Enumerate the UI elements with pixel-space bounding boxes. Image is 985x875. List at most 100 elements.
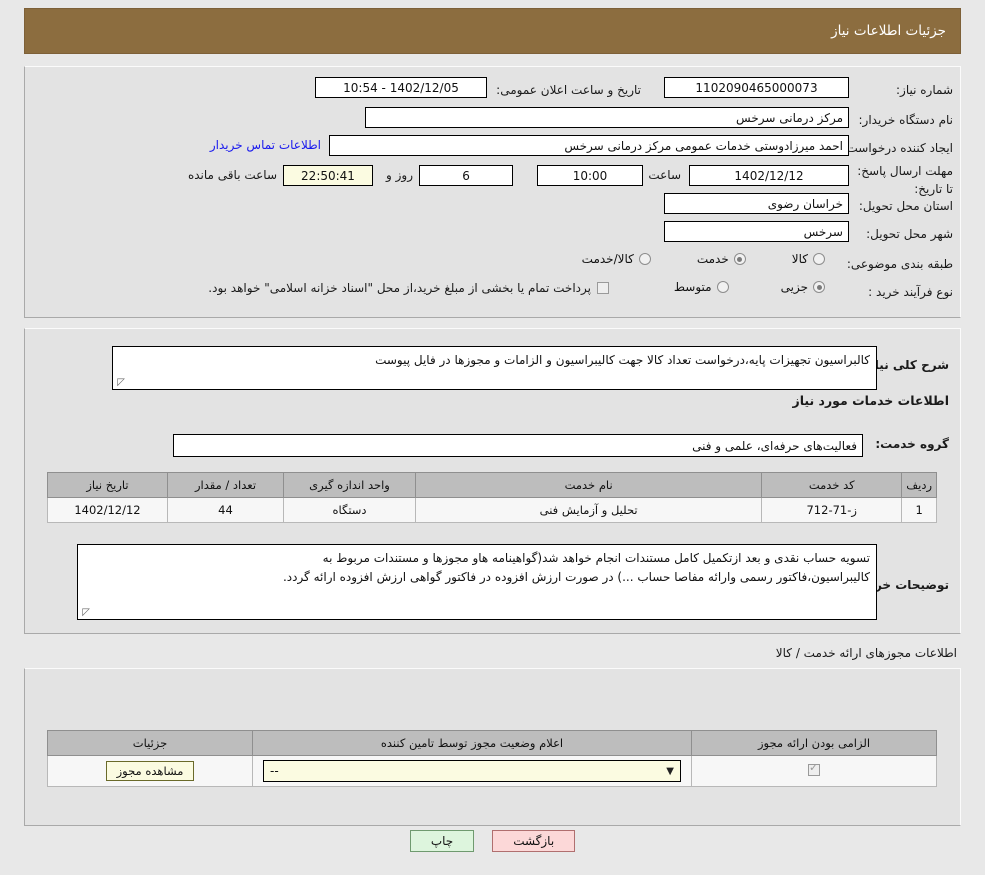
city-value: سرخس [664,221,849,242]
city-label: شهر محل تحویل: [866,227,953,241]
col-unit: واحد اندازه گیری [283,472,416,498]
category-label: طبقه بندی موضوعی: [846,257,953,271]
page-header-bar: جزئیات اطلاعات نیاز [24,8,961,54]
deadline-hour-value: 10:00 [537,165,643,186]
radio-indicator [638,253,651,265]
back-button[interactable]: بازگشت [492,830,576,852]
field-category: طبقه بندی موضوعی: [847,252,953,276]
permits-heading: اطلاعات مجوزهای ارائه خدمت / کالا [775,646,957,660]
summary-textarea[interactable]: کالبراسیون تجهیزات پایه،درخواست تعداد کا… [112,346,877,390]
field-requester: ایجاد کننده درخواست: [842,136,953,160]
permits-table-wrap: الزامی بودن ارائه مجوز اعلام وضعیت مجوز … [47,730,937,787]
countdown-timer: 22:50:41 [283,165,373,186]
field-announce: تاریخ و ساعت اعلان عمومی: [496,78,641,102]
remaining-days-value: 6 [419,165,513,186]
resize-grip-icon: ◸ [82,607,90,618]
purchase-option-label: متوسط [673,280,712,294]
col-permit-status: اعلام وضعیت مجوز توسط تامین کننده [252,730,692,756]
col-code: کد خدمت [761,472,903,498]
province-label: استان محل تحویل: [858,199,953,213]
buyer-notes-textarea[interactable]: تسویه حساب نقدی و بعد ازتکمیل کامل مستند… [77,544,877,620]
cell-radif: 1 [901,497,937,523]
buyer-contact-link[interactable]: اطلاعات تماس خریدار [210,138,321,152]
page-title: جزئیات اطلاعات نیاز [831,23,946,39]
view-permit-button[interactable]: مشاهده مجوز [105,761,195,781]
buyer-notes-line1: تسویه حساب نقدی و بعد ازتکمیل کامل مستند… [322,551,870,565]
need-info-fields: شماره نیاز: 1102090465000073 تاریخ و ساع… [24,66,961,316]
deadline-date-value: 1402/12/12 [689,165,849,186]
cell-permit-details: مشاهده مجوز [47,755,253,787]
field-need-number: شماره نیاز: [896,78,953,102]
category-option-label: کالا [791,252,808,266]
purchase-radio-jozei[interactable]: جزیی [781,280,825,294]
col-name: نام خدمت [414,472,763,498]
col-radif: ردیف [901,472,937,498]
col-qty: تعداد / مقدار [167,472,284,498]
cell-code: ز-71-712 [761,497,903,523]
buyer-org-label: نام دستگاه خریدار: [858,113,954,127]
radio-indicator [813,253,825,265]
chevron-down-icon: ▼ [666,765,674,777]
announce-value: 1402/12/05 - 10:54 [315,77,487,98]
radio-indicator [733,253,746,265]
purchase-type-label: نوع فرآیند خرید : [868,285,953,299]
service-group-value: فعالیت‌های حرفه‌ای، علمی و فنی [173,434,863,457]
permit-required-checkbox [808,762,820,776]
services-table: ردیف کد خدمت نام خدمت واحد اندازه گیری ت… [47,472,937,523]
remaining-label: ساعت باقی مانده [187,168,277,182]
category-radio-group: کالا خدمت کالا/خدمت [582,252,825,266]
requester-label: ایجاد کننده درخواست: [842,141,953,155]
services-table-wrap: ردیف کد خدمت نام خدمت واحد اندازه گیری ت… [47,472,937,523]
days-label: روز و [386,168,413,182]
purchase-radio-group: جزیی متوسط [674,280,825,294]
radio-indicator [813,281,825,293]
field-buyer-org: نام دستگاه خریدار: [859,108,954,132]
need-number-value: 1102090465000073 [664,77,849,98]
category-option-label: کالا/خدمت [581,252,634,266]
col-permit-details: جزئیات [47,730,253,756]
col-date: تاریخ نیاز [47,472,168,498]
permit-status-value: -- [270,764,279,778]
summary-text: کالبراسیون تجهیزات پایه،درخواست تعداد کا… [375,353,870,367]
announce-label: تاریخ و ساعت اعلان عمومی: [496,83,641,97]
cell-qty: 44 [167,497,284,523]
treasury-note-row: پرداخت تمام یا بخشی از مبلغ خرید،از محل … [208,281,609,295]
requester-value: احمد میرزادوستی خدمات عمومی مرکز درمانی … [329,135,849,156]
category-radio-kala-khedmat[interactable]: کالا/خدمت [582,252,651,266]
buyer-org-value: مرکز درمانی سرخس [365,107,849,128]
purchase-option-label: جزیی [780,280,808,294]
category-option-label: خدمت [696,252,729,266]
hour-label: ساعت [648,168,681,182]
permits-table-header-row: الزامی بودن ارائه مجوز اعلام وضعیت مجوز … [47,730,937,756]
permit-status-select[interactable]: ▼ -- [263,760,681,782]
category-radio-kala[interactable]: کالا [792,252,825,266]
page-root: جزئیات اطلاعات نیاز AriaTender .net شمار… [0,0,985,875]
category-radio-khedmat[interactable]: خدمت [697,252,746,266]
cell-unit: دستگاه [283,497,416,523]
cell-date: 1402/12/12 [47,497,168,523]
table-row: 1 ز-71-712 تحلیل و آزمایش فنی دستگاه 44 … [47,497,937,523]
print-button[interactable]: چاپ [409,830,475,852]
field-province: استان محل تحویل: [859,194,953,218]
need-number-label: شماره نیاز: [896,83,953,97]
service-group-label: گروه خدمت: [875,437,949,451]
purchase-radio-motavaset[interactable]: متوسط [674,280,729,294]
treasury-note-text: پرداخت تمام یا بخشی از مبلغ خرید،از محل … [208,281,591,295]
col-permit-required: الزامی بودن ارائه مجوز [691,730,937,756]
services-heading: اطلاعات خدمات مورد نیاز [792,393,950,408]
buyer-notes-line2: کالیبراسیون،فاکتور رسمی وارائه مفاصا حسا… [282,570,870,584]
services-table-header-row: ردیف کد خدمت نام خدمت واحد اندازه گیری ت… [47,472,937,498]
resize-grip-icon: ◸ [117,377,125,388]
field-purchase-type: نوع فرآیند خرید : [868,280,953,304]
field-city: شهر محل تحویل: [866,222,953,246]
permits-table: الزامی بودن ارائه مجوز اعلام وضعیت مجوز … [47,730,937,787]
province-value: خراسان رضوی [664,193,849,214]
deadline-label: مهلت ارسال پاسخ: تا تاریخ: [857,164,953,196]
cell-permit-required [691,755,937,787]
table-row: ▼ -- مشاهده مجوز [47,755,937,787]
cell-name: تحلیل و آزمایش فنی [414,497,763,523]
radio-indicator [716,281,729,293]
cell-permit-status: ▼ -- [252,755,692,787]
action-button-bar: بازگشت چاپ [0,830,985,852]
treasury-checkbox[interactable] [597,282,609,294]
